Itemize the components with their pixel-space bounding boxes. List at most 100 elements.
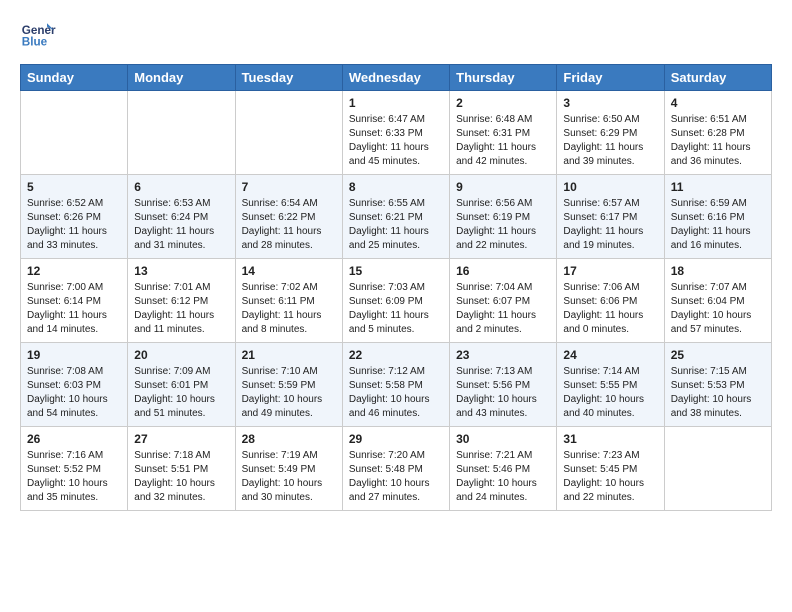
day-info: Sunrise: 6:47 AMSunset: 6:33 PMDaylight:… <box>349 114 429 167</box>
calendar-cell <box>21 91 128 175</box>
day-number: 9 <box>456 180 550 194</box>
calendar-cell: 8 Sunrise: 6:55 AMSunset: 6:21 PMDayligh… <box>342 175 449 259</box>
calendar-cell: 1 Sunrise: 6:47 AMSunset: 6:33 PMDayligh… <box>342 91 449 175</box>
day-number: 20 <box>134 348 228 362</box>
day-number: 30 <box>456 432 550 446</box>
day-number: 24 <box>563 348 657 362</box>
calendar-cell: 22 Sunrise: 7:12 AMSunset: 5:58 PMDaylig… <box>342 343 449 427</box>
week-row-2: 5 Sunrise: 6:52 AMSunset: 6:26 PMDayligh… <box>21 175 772 259</box>
day-number: 10 <box>563 180 657 194</box>
day-number: 29 <box>349 432 443 446</box>
calendar-cell: 6 Sunrise: 6:53 AMSunset: 6:24 PMDayligh… <box>128 175 235 259</box>
day-info: Sunrise: 7:06 AMSunset: 6:06 PMDaylight:… <box>563 282 643 335</box>
header: General Blue <box>20 16 772 52</box>
day-info: Sunrise: 6:56 AMSunset: 6:19 PMDaylight:… <box>456 198 536 251</box>
day-info: Sunrise: 7:12 AMSunset: 5:58 PMDaylight:… <box>349 366 430 419</box>
calendar-cell: 20 Sunrise: 7:09 AMSunset: 6:01 PMDaylig… <box>128 343 235 427</box>
calendar-cell: 29 Sunrise: 7:20 AMSunset: 5:48 PMDaylig… <box>342 427 449 511</box>
calendar-cell <box>128 91 235 175</box>
day-number: 2 <box>456 96 550 110</box>
calendar-cell <box>235 91 342 175</box>
day-number: 25 <box>671 348 765 362</box>
day-info: Sunrise: 6:50 AMSunset: 6:29 PMDaylight:… <box>563 114 643 167</box>
calendar-cell: 26 Sunrise: 7:16 AMSunset: 5:52 PMDaylig… <box>21 427 128 511</box>
day-number: 6 <box>134 180 228 194</box>
calendar-cell: 16 Sunrise: 7:04 AMSunset: 6:07 PMDaylig… <box>450 259 557 343</box>
day-number: 12 <box>27 264 121 278</box>
calendar-cell: 10 Sunrise: 6:57 AMSunset: 6:17 PMDaylig… <box>557 175 664 259</box>
day-info: Sunrise: 7:10 AMSunset: 5:59 PMDaylight:… <box>242 366 323 419</box>
calendar-cell: 3 Sunrise: 6:50 AMSunset: 6:29 PMDayligh… <box>557 91 664 175</box>
calendar-cell: 15 Sunrise: 7:03 AMSunset: 6:09 PMDaylig… <box>342 259 449 343</box>
day-info: Sunrise: 7:09 AMSunset: 6:01 PMDaylight:… <box>134 366 215 419</box>
day-number: 4 <box>671 96 765 110</box>
weekday-header-monday: Monday <box>128 65 235 91</box>
day-info: Sunrise: 6:54 AMSunset: 6:22 PMDaylight:… <box>242 198 322 251</box>
day-info: Sunrise: 7:13 AMSunset: 5:56 PMDaylight:… <box>456 366 537 419</box>
calendar-cell: 13 Sunrise: 7:01 AMSunset: 6:12 PMDaylig… <box>128 259 235 343</box>
day-number: 13 <box>134 264 228 278</box>
calendar-cell: 9 Sunrise: 6:56 AMSunset: 6:19 PMDayligh… <box>450 175 557 259</box>
calendar-cell: 5 Sunrise: 6:52 AMSunset: 6:26 PMDayligh… <box>21 175 128 259</box>
day-info: Sunrise: 7:02 AMSunset: 6:11 PMDaylight:… <box>242 282 322 335</box>
calendar-cell: 21 Sunrise: 7:10 AMSunset: 5:59 PMDaylig… <box>235 343 342 427</box>
calendar-cell: 25 Sunrise: 7:15 AMSunset: 5:53 PMDaylig… <box>664 343 771 427</box>
day-number: 8 <box>349 180 443 194</box>
calendar-cell: 30 Sunrise: 7:21 AMSunset: 5:46 PMDaylig… <box>450 427 557 511</box>
week-row-5: 26 Sunrise: 7:16 AMSunset: 5:52 PMDaylig… <box>21 427 772 511</box>
day-number: 5 <box>27 180 121 194</box>
calendar-cell: 4 Sunrise: 6:51 AMSunset: 6:28 PMDayligh… <box>664 91 771 175</box>
day-info: Sunrise: 7:07 AMSunset: 6:04 PMDaylight:… <box>671 282 752 335</box>
day-info: Sunrise: 7:19 AMSunset: 5:49 PMDaylight:… <box>242 450 323 503</box>
day-number: 17 <box>563 264 657 278</box>
day-number: 16 <box>456 264 550 278</box>
day-number: 21 <box>242 348 336 362</box>
calendar-cell: 18 Sunrise: 7:07 AMSunset: 6:04 PMDaylig… <box>664 259 771 343</box>
calendar-cell: 2 Sunrise: 6:48 AMSunset: 6:31 PMDayligh… <box>450 91 557 175</box>
day-info: Sunrise: 6:53 AMSunset: 6:24 PMDaylight:… <box>134 198 214 251</box>
day-number: 3 <box>563 96 657 110</box>
calendar-cell <box>664 427 771 511</box>
calendar-cell: 17 Sunrise: 7:06 AMSunset: 6:06 PMDaylig… <box>557 259 664 343</box>
day-info: Sunrise: 7:20 AMSunset: 5:48 PMDaylight:… <box>349 450 430 503</box>
day-info: Sunrise: 7:16 AMSunset: 5:52 PMDaylight:… <box>27 450 108 503</box>
day-number: 23 <box>456 348 550 362</box>
calendar-cell: 19 Sunrise: 7:08 AMSunset: 6:03 PMDaylig… <box>21 343 128 427</box>
day-number: 18 <box>671 264 765 278</box>
day-number: 1 <box>349 96 443 110</box>
day-info: Sunrise: 7:08 AMSunset: 6:03 PMDaylight:… <box>27 366 108 419</box>
day-number: 28 <box>242 432 336 446</box>
calendar-cell: 12 Sunrise: 7:00 AMSunset: 6:14 PMDaylig… <box>21 259 128 343</box>
weekday-header-tuesday: Tuesday <box>235 65 342 91</box>
page: General Blue SundayMondayTuesdayWednesda… <box>0 0 792 531</box>
day-info: Sunrise: 7:21 AMSunset: 5:46 PMDaylight:… <box>456 450 537 503</box>
calendar-cell: 11 Sunrise: 6:59 AMSunset: 6:16 PMDaylig… <box>664 175 771 259</box>
day-number: 19 <box>27 348 121 362</box>
day-number: 15 <box>349 264 443 278</box>
weekday-header-saturday: Saturday <box>664 65 771 91</box>
day-number: 11 <box>671 180 765 194</box>
weekday-header-friday: Friday <box>557 65 664 91</box>
day-info: Sunrise: 7:18 AMSunset: 5:51 PMDaylight:… <box>134 450 215 503</box>
day-info: Sunrise: 7:23 AMSunset: 5:45 PMDaylight:… <box>563 450 644 503</box>
calendar-cell: 23 Sunrise: 7:13 AMSunset: 5:56 PMDaylig… <box>450 343 557 427</box>
logo: General Blue <box>20 16 56 52</box>
logo-icon: General Blue <box>20 16 56 52</box>
week-row-4: 19 Sunrise: 7:08 AMSunset: 6:03 PMDaylig… <box>21 343 772 427</box>
weekday-header-thursday: Thursday <box>450 65 557 91</box>
calendar-cell: 27 Sunrise: 7:18 AMSunset: 5:51 PMDaylig… <box>128 427 235 511</box>
day-info: Sunrise: 7:15 AMSunset: 5:53 PMDaylight:… <box>671 366 752 419</box>
calendar-cell: 31 Sunrise: 7:23 AMSunset: 5:45 PMDaylig… <box>557 427 664 511</box>
day-number: 27 <box>134 432 228 446</box>
day-number: 7 <box>242 180 336 194</box>
svg-text:Blue: Blue <box>22 36 48 49</box>
calendar-cell: 7 Sunrise: 6:54 AMSunset: 6:22 PMDayligh… <box>235 175 342 259</box>
day-info: Sunrise: 6:51 AMSunset: 6:28 PMDaylight:… <box>671 114 751 167</box>
day-info: Sunrise: 7:03 AMSunset: 6:09 PMDaylight:… <box>349 282 429 335</box>
day-info: Sunrise: 6:52 AMSunset: 6:26 PMDaylight:… <box>27 198 107 251</box>
calendar-cell: 14 Sunrise: 7:02 AMSunset: 6:11 PMDaylig… <box>235 259 342 343</box>
day-number: 31 <box>563 432 657 446</box>
day-info: Sunrise: 6:48 AMSunset: 6:31 PMDaylight:… <box>456 114 536 167</box>
day-info: Sunrise: 6:57 AMSunset: 6:17 PMDaylight:… <box>563 198 643 251</box>
day-number: 22 <box>349 348 443 362</box>
